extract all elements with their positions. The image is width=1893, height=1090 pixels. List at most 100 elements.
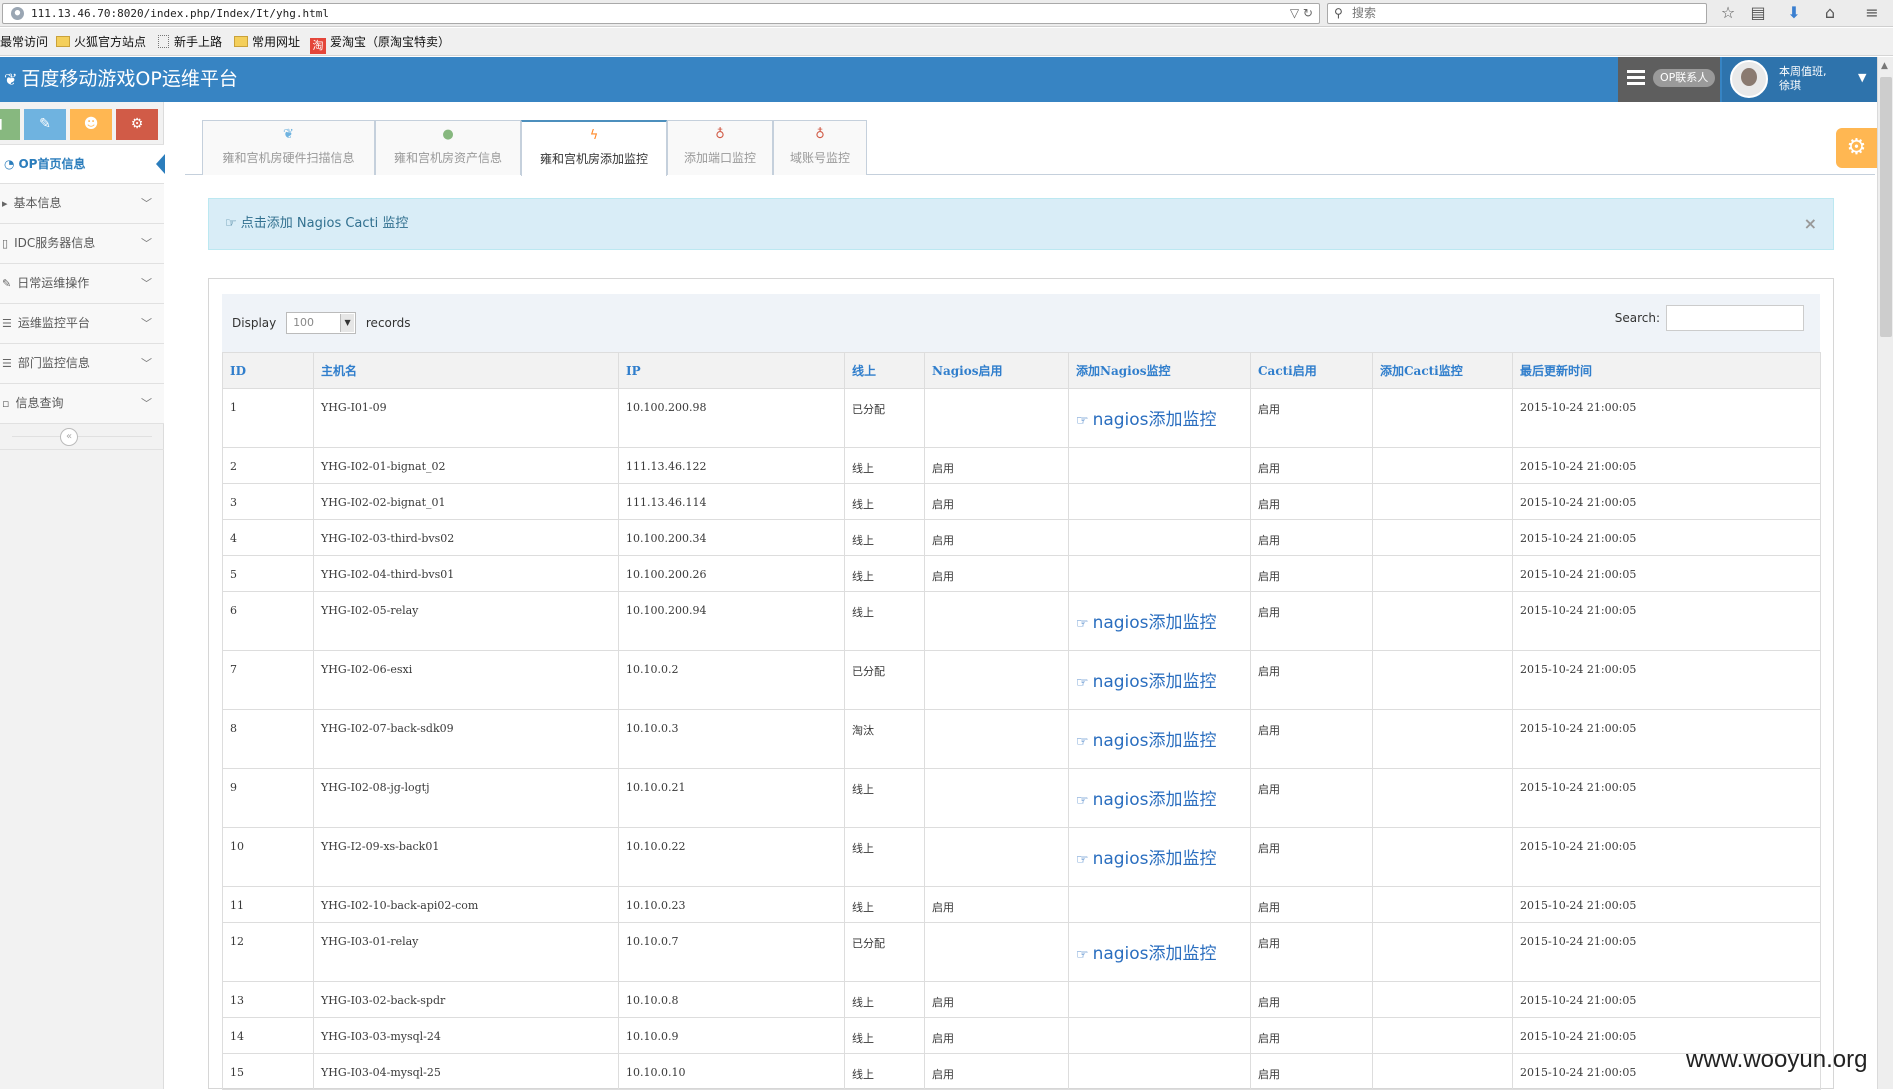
tab-domain-account[interactable]: ♁ 域账号监控 [773, 120, 867, 175]
tab-port-monitoring[interactable]: ♁ 添加端口监控 [667, 120, 773, 175]
cell-cacti-enabled: 启用 [1250, 650, 1373, 710]
user-menu[interactable]: 本周值班, 徐琪 ▼ [1722, 57, 1877, 102]
col-header-add-cacti[interactable]: 添加Cacti监控 [1372, 352, 1513, 389]
page-scrollbar[interactable]: ▲ [1877, 57, 1893, 1089]
cell-host: YHG-I02-03-third-bvs02 [313, 519, 619, 556]
table-row: 8 YHG-I02-07-back-sdk09 10.10.0.3 淘汰 ☞ nagios… [222, 709, 1821, 769]
add-nagios-link[interactable]: ☞ nagios添加监控 [1076, 726, 1250, 751]
add-nagios-link[interactable]: ☞ nagios添加监控 [1076, 844, 1250, 869]
add-nagios-link[interactable]: ☞ nagios添加监控 [1076, 785, 1250, 810]
users-shortcut-button[interactable]: ☻ [70, 109, 112, 140]
bookmark-firefox[interactable]: 火狐官方站点 [56, 33, 146, 51]
sidebar-item-op-home[interactable]: ◔ OP首页信息 [0, 144, 165, 184]
cell-add-cacti [1372, 555, 1513, 592]
cell-add-cacti [1372, 388, 1513, 448]
app-brand[interactable]: ❦ 百度移动游戏OP运维平台 [4, 57, 238, 102]
reload-icon[interactable]: ▽ ↻ [1290, 4, 1313, 23]
add-nagios-link[interactable]: ☞ nagios添加监控 [1076, 667, 1250, 692]
bookmark-label: 爱淘宝（原淘宝特卖） [330, 35, 451, 49]
cell-nagios-enabled [924, 709, 1069, 769]
menu-icon[interactable]: ≡ [1860, 2, 1884, 24]
home-icon[interactable]: ⌂ [1818, 2, 1842, 24]
cell-updated: 2015-10-24 21:00:05 [1512, 922, 1821, 982]
sidebar: ▮ ✎ ☻ ⚙ ◔OP首页信息 ▸ 基本信息 ﹀ ▯ IDC服务器信息 ﹀ ✎ 日常运维操… [0, 102, 165, 1089]
cell-id: 13 [222, 981, 314, 1018]
sidebar-item-dept-monitoring[interactable]: ☰ 部门监控信息 ﹀ [0, 344, 164, 384]
cell-add-nagios [1068, 886, 1251, 923]
chart-icon: ▮ [0, 116, 3, 132]
add-nagios-link[interactable]: ☞ nagios添加监控 [1076, 405, 1250, 430]
col-header-nagios-enabled[interactable]: Nagios启用 [924, 352, 1069, 389]
bookmark-getting-started[interactable]: 新手上路 [158, 33, 222, 51]
sidebar-item-daily-ops[interactable]: ✎ 日常运维操作 ﹀ [0, 264, 164, 304]
add-nagios-link[interactable]: ☞ nagios添加监控 [1076, 939, 1250, 964]
chart-shortcut-button[interactable]: ▮ [0, 109, 20, 140]
col-header-id[interactable]: ID [222, 352, 314, 389]
op-contact-button[interactable]: OP联系人 [1618, 57, 1720, 102]
cell-updated: 2015-10-24 21:00:05 [1512, 709, 1821, 769]
cell-status: 线上 [844, 768, 925, 828]
cell-id: 4 [222, 519, 314, 556]
settings-toggle-button[interactable]: ⚙ [1836, 128, 1877, 168]
double-angle-left-icon[interactable]: « [60, 428, 78, 446]
cell-id: 8 [222, 709, 314, 769]
cogs-icon: ⚙ [130, 116, 144, 132]
cell-host: YHG-I02-01-bignat_02 [313, 447, 619, 484]
download-icon[interactable]: ⬇ [1782, 2, 1806, 24]
col-header-cacti-enabled[interactable]: Cacti启用 [1250, 352, 1373, 389]
star-icon[interactable]: ☆ [1716, 2, 1740, 24]
cell-add-nagios: ☞ nagios添加监控 [1068, 388, 1251, 448]
user-name: 徐琪 [1779, 79, 1801, 92]
cell-id: 7 [222, 650, 314, 710]
sidebar-item-idc-servers[interactable]: ▯ IDC服务器信息 ﹀ [0, 224, 164, 264]
list-icon: ☰ [2, 317, 12, 330]
bookmark-most-visited[interactable]: 最常访问 [0, 33, 48, 51]
hand-right-icon: ☞ [1076, 793, 1089, 809]
table-row: 2 YHG-I02-01-bignat_02 111.13.46.122 线上 启用 启用… [222, 447, 1821, 484]
cell-host: YHG-I03-03-mysql-24 [313, 1017, 619, 1054]
cell-cacti-enabled: 启用 [1250, 981, 1373, 1018]
scrollbar-thumb[interactable] [1880, 77, 1892, 337]
close-icon[interactable]: × [1804, 199, 1817, 249]
col-header-add-nagios[interactable]: 添加Nagios监控 [1068, 352, 1251, 389]
bookmark-list-icon[interactable]: ▤ [1746, 2, 1770, 24]
settings-shortcut-button[interactable]: ⚙ [116, 109, 158, 140]
add-nagios-link[interactable]: ☞ nagios添加监控 [1076, 608, 1250, 633]
address-bar[interactable]: ● 111.13.46.70:8020/index.php/Index/It/y… [2, 3, 1320, 24]
hand-right-icon: ☞ [1076, 413, 1089, 429]
alert-link[interactable]: 点击添加 Nagios Cacti 监控 [241, 216, 409, 231]
chevron-down-icon: ﹀ [141, 197, 152, 210]
duty-label: 本周值班, [1779, 65, 1827, 78]
tab-asset-info[interactable]: ● 雍和宫机房资产信息 [375, 120, 521, 175]
tab-add-monitoring[interactable]: ϟ 雍和宫机房添加监控 [521, 120, 667, 176]
cell-ip: 10.10.0.8 [618, 981, 845, 1018]
table-search-input[interactable] [1666, 305, 1804, 331]
col-header-host[interactable]: 主机名 [313, 352, 619, 389]
table-toolbar: Display 100 ▼ records Search: [222, 294, 1820, 352]
col-header-online[interactable]: 线上 [844, 352, 925, 389]
hand-right-icon: ☞ [1076, 675, 1089, 691]
table-search: Search: [1615, 305, 1804, 331]
cell-add-nagios: ☞ nagios添加监控 [1068, 709, 1251, 769]
cell-cacti-enabled: 启用 [1250, 388, 1373, 448]
cell-nagios-enabled [924, 922, 1069, 982]
page-length-select[interactable]: 100 ▼ [286, 312, 357, 334]
col-header-updated[interactable]: 最后更新时间 [1512, 352, 1821, 389]
cell-status: 已分配 [844, 650, 925, 710]
sidebar-item-info-query[interactable]: ▫ 信息查询 ﹀ [0, 384, 164, 424]
scroll-up-icon[interactable]: ▲ [1881, 61, 1888, 71]
bookmark-common-sites[interactable]: 常用网址 [234, 33, 300, 51]
page-length-value: 100 [293, 316, 315, 329]
browser-search-field[interactable]: ⚲ 搜索 [1327, 3, 1707, 24]
col-header-ip[interactable]: IP [618, 352, 845, 389]
bookmark-aitaobao[interactable]: 淘爱淘宝（原淘宝特卖） [310, 33, 451, 54]
tab-hardware-scan[interactable]: ❦ 雍和宫机房硬件扫描信息 [202, 120, 375, 175]
sidebar-item-basic-info[interactable]: ▸ 基本信息 ﹀ [0, 184, 164, 224]
cell-add-cacti [1372, 1017, 1513, 1054]
cell-updated: 2015-10-24 21:00:05 [1512, 591, 1821, 651]
search-icon: ⚲ [1334, 6, 1343, 20]
cell-add-nagios [1068, 1053, 1251, 1090]
sidebar-item-monitoring[interactable]: ☰ 运维监控平台 ﹀ [0, 304, 164, 344]
cell-cacti-enabled: 启用 [1250, 922, 1373, 982]
edit-shortcut-button[interactable]: ✎ [24, 109, 66, 140]
